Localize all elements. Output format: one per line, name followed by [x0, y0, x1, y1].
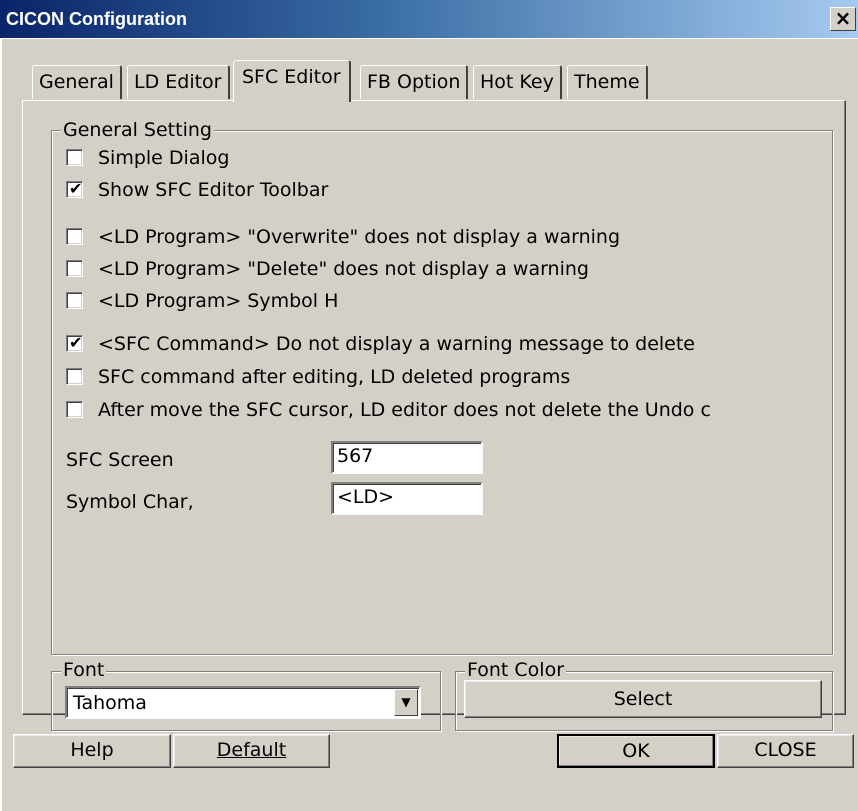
help-button[interactable]: Help — [13, 734, 171, 768]
symbol-char-input[interactable]: <LD> — [331, 482, 483, 515]
tab-hot-key[interactable]: Hot Key — [473, 65, 562, 99]
checkbox-box[interactable]: ✔ — [66, 333, 83, 352]
tab-fb-option[interactable]: FB Option — [360, 65, 469, 99]
chevron-down-icon[interactable]: ▼ — [394, 689, 418, 716]
window-title: CICON Configuration — [6, 9, 187, 29]
tab-theme[interactable]: Theme — [567, 65, 648, 99]
checkbox-box[interactable] — [66, 149, 83, 166]
tab-ld-editor[interactable]: LD Editor — [127, 65, 230, 99]
tab-general[interactable]: General — [32, 65, 122, 99]
checkbox-box[interactable] — [66, 292, 83, 309]
sfc-screen-input[interactable]: 567 — [331, 441, 483, 474]
checkbox-box[interactable]: ✔ — [66, 179, 83, 198]
font-group-title: Font — [61, 659, 107, 681]
font-select-value: Tahoma — [73, 692, 147, 714]
sfc-screen-label: SFC Screen — [66, 449, 174, 471]
default-button-label: Default — [216, 739, 287, 761]
checkbox-box[interactable] — [66, 368, 83, 385]
tab-sfc-editor[interactable]: SFC Editor — [233, 60, 351, 102]
general-setting-title: General Setting — [61, 119, 214, 141]
check-icon: ✔ — [69, 333, 83, 352]
close-icon[interactable]: × — [830, 7, 856, 31]
default-button[interactable]: Default — [173, 734, 330, 768]
symbol-char-label: Symbol Char, — [66, 491, 194, 513]
title-bar: CICON Configuration × — [0, 0, 858, 38]
close-button[interactable]: CLOSE — [717, 734, 854, 768]
checkbox-box[interactable] — [66, 260, 83, 277]
font-color-group-title: Font Color — [465, 659, 567, 681]
checkbox-box[interactable] — [66, 401, 83, 418]
general-setting-group — [51, 130, 833, 655]
checkbox-box[interactable] — [66, 228, 83, 245]
font-color-select-button[interactable]: Select — [464, 680, 822, 718]
ok-button[interactable]: OK — [557, 734, 715, 768]
font-select[interactable]: Tahoma ▼ — [65, 686, 421, 719]
check-icon: ✔ — [69, 179, 83, 198]
